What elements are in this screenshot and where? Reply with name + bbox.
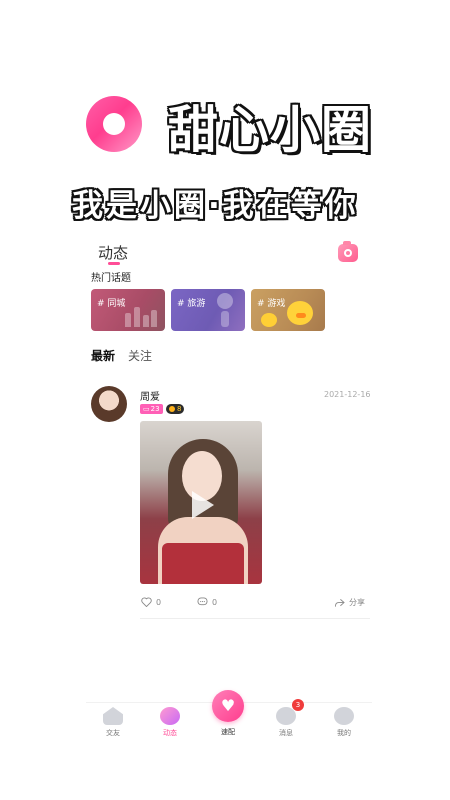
tab-latest[interactable]: 最新	[91, 347, 115, 364]
post-user-name[interactable]: 周爱	[140, 388, 160, 403]
heart-icon	[212, 690, 244, 722]
unread-badge: 3	[292, 699, 304, 711]
nav-item-profile[interactable]: 我的	[324, 707, 364, 738]
traveler-illustration	[221, 311, 229, 327]
topic-card-games[interactable]: # 游戏	[251, 289, 325, 331]
level-badge: 8	[166, 404, 185, 414]
user-icon	[334, 707, 354, 725]
nav-item-feed[interactable]: 动态	[150, 707, 190, 738]
comment-button[interactable]: 0	[197, 597, 217, 607]
camera-icon[interactable]	[338, 241, 358, 262]
share-button[interactable]: 分享	[334, 597, 365, 608]
home-icon	[103, 707, 123, 725]
chat-icon	[276, 707, 296, 725]
active-tab-indicator	[108, 262, 120, 265]
like-button[interactable]: 0	[141, 597, 161, 607]
level-icon	[169, 406, 175, 412]
hot-topics-label: 热门话题	[91, 273, 131, 284]
photo-dress	[162, 543, 244, 584]
nav-item-messages[interactable]: 消息	[266, 707, 306, 738]
comment-icon	[197, 597, 208, 606]
page-title[interactable]: 动态	[98, 242, 128, 263]
globe-illustration	[217, 293, 233, 309]
topic-label: # 游戏	[257, 299, 286, 309]
level-value: 8	[177, 405, 182, 413]
comment-count: 0	[212, 597, 218, 607]
app-name: 甜心小圈	[168, 101, 372, 159]
slogan: 我是小圈·我在等你	[72, 188, 359, 224]
post-date: 2021-12-16	[324, 390, 371, 399]
duck-illustration	[287, 301, 313, 325]
post-divider	[140, 618, 370, 619]
topic-card-travel[interactable]: # 旅游	[171, 289, 245, 331]
tab-follow[interactable]: 关注	[128, 347, 152, 364]
cosmetics-illustration	[123, 303, 159, 327]
nav-item-match[interactable]: 速配	[208, 690, 248, 737]
message-count-badge: ▭ 23	[140, 404, 163, 414]
duck-illustration	[261, 313, 277, 327]
like-count: 0	[156, 597, 162, 607]
nav-label: 我的	[337, 729, 351, 737]
topic-label: # 同城	[97, 299, 126, 309]
nav-label: 速配	[221, 728, 235, 736]
topic-card-local[interactable]: # 同城	[91, 289, 165, 331]
post-video[interactable]	[140, 421, 262, 584]
planet-icon	[160, 707, 180, 725]
nav-label: 动态	[163, 729, 177, 737]
nav-label: 交友	[106, 729, 120, 737]
topic-label: # 旅游	[177, 299, 206, 309]
play-icon[interactable]	[192, 491, 214, 519]
message-icon: ▭	[143, 405, 150, 413]
nav-item-friends[interactable]: 交友	[93, 707, 133, 738]
avatar[interactable]	[91, 386, 127, 422]
nav-label: 消息	[279, 729, 293, 737]
app-logo	[86, 96, 142, 152]
heart-outline-icon	[141, 597, 152, 607]
message-count: 23	[150, 405, 160, 413]
share-label: 分享	[349, 598, 365, 607]
share-icon	[334, 598, 345, 607]
